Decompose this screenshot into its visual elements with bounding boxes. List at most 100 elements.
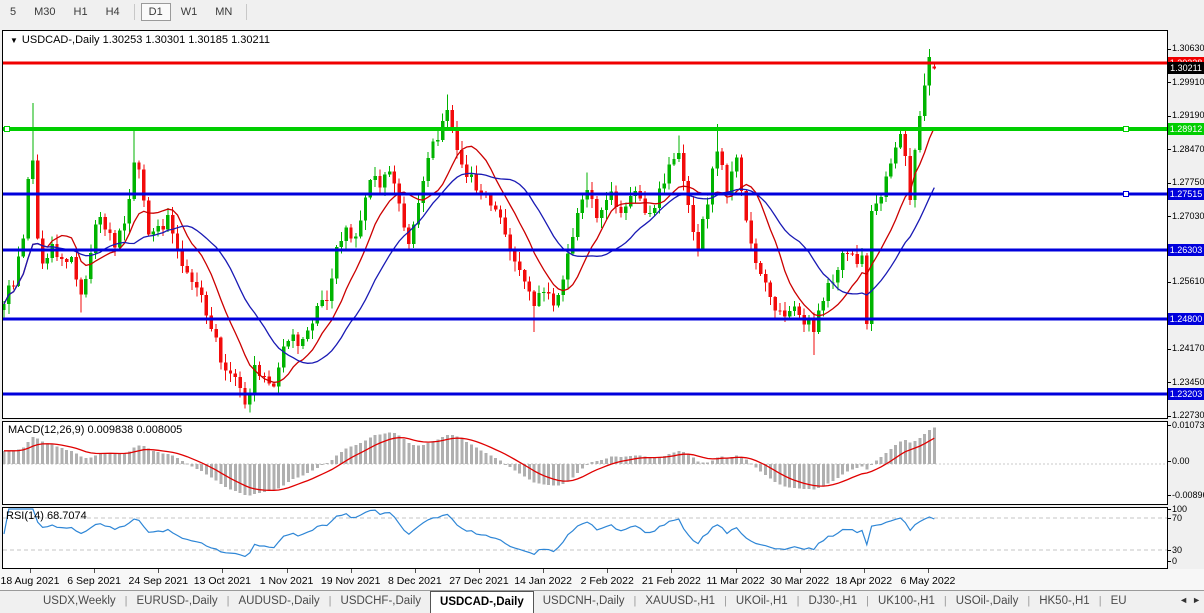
date-label: 11 Mar 2022 bbox=[706, 575, 764, 587]
date-label: 14 Jan 2022 bbox=[514, 575, 572, 587]
tab-usoil-daily[interactable]: USOil-,Daily bbox=[947, 591, 1028, 613]
price-tick-1.30630: 1.30630 bbox=[1172, 43, 1204, 54]
price-tick-1.24170: 1.24170 bbox=[1172, 343, 1204, 354]
date-tick-mark bbox=[928, 569, 929, 573]
axis-tick-mark bbox=[1168, 509, 1171, 510]
date-label: 18 Aug 2021 bbox=[1, 575, 60, 587]
date-label: 13 Oct 2021 bbox=[194, 575, 251, 587]
date-label: 6 Sep 2021 bbox=[67, 575, 121, 587]
toolbar-separator bbox=[134, 4, 135, 20]
macd-tick-0.00: 0.00 bbox=[1172, 456, 1204, 467]
axis-tick-mark bbox=[1168, 550, 1171, 551]
chart-tab-bar: USDX,Weekly|EURUSD-,Daily|AUDUSD-,Daily|… bbox=[0, 590, 1204, 613]
axis-tick-mark bbox=[1168, 382, 1171, 383]
date-tick-mark bbox=[671, 569, 672, 573]
tab-usdcnh-daily[interactable]: USDCNH-,Daily bbox=[534, 591, 634, 613]
tab-hk50-h1[interactable]: HK50-,H1 bbox=[1030, 591, 1099, 613]
rsi-value: 68.7074 bbox=[47, 510, 87, 522]
date-tick-mark bbox=[30, 569, 31, 573]
axis-tick-mark bbox=[1168, 425, 1171, 426]
date-label: 6 May 2022 bbox=[901, 575, 956, 587]
price-line-badge-1.26303: 1.26303 bbox=[1168, 244, 1204, 256]
axis-tick-mark bbox=[1168, 349, 1171, 350]
rsi-label: RSI(14) bbox=[6, 510, 44, 522]
rsi-tick-0: 0 bbox=[1172, 556, 1204, 567]
timeframe-button-mn[interactable]: MN bbox=[207, 3, 240, 21]
tab-ukoil-h1[interactable]: UKOil-,H1 bbox=[727, 591, 797, 613]
date-tick-mark bbox=[158, 569, 159, 573]
price-tick-1.29190: 1.29190 bbox=[1172, 110, 1204, 121]
tab-eu[interactable]: EU bbox=[1102, 591, 1136, 613]
tab-usdchf-daily[interactable]: USDCHF-,Daily bbox=[332, 591, 431, 613]
date-tick-mark bbox=[222, 569, 223, 573]
rsi-tick-30: 30 bbox=[1172, 545, 1204, 556]
chart-title: ▼ USDCAD-,Daily 1.30253 1.30301 1.30185 1… bbox=[10, 34, 270, 46]
timeframe-button-5[interactable]: 5 bbox=[2, 3, 24, 21]
axis-tick-mark bbox=[1168, 216, 1171, 217]
axis-tick-mark bbox=[1168, 561, 1171, 562]
axis-tick-mark bbox=[1168, 461, 1171, 462]
tab-eurusd-daily[interactable]: EURUSD-,Daily bbox=[128, 591, 227, 613]
date-label: 27 Dec 2021 bbox=[449, 575, 509, 587]
main-chart-panel[interactable] bbox=[2, 30, 1168, 419]
tab-xauusd-h1[interactable]: XAUUSD-,H1 bbox=[636, 591, 724, 613]
tab-usdcad-daily[interactable]: USDCAD-,Daily bbox=[430, 591, 534, 613]
timeframe-toolbar: 5M30H1H4 D1W1MN bbox=[0, 0, 1204, 28]
tab-uk100-h1[interactable]: UK100-,H1 bbox=[869, 591, 944, 613]
macd-tick-0.010733: 0.010733 bbox=[1172, 420, 1204, 431]
tab-scroll-right-icon[interactable]: ► bbox=[1192, 595, 1201, 605]
macd-label: MACD(12,26,9) bbox=[8, 424, 84, 436]
date-tick-mark bbox=[736, 569, 737, 573]
axis-tick-mark bbox=[1168, 116, 1171, 117]
current-price-badge: 1.30211 bbox=[1168, 62, 1204, 74]
price-tick-1.27750: 1.27750 bbox=[1172, 177, 1204, 188]
rsi-panel[interactable] bbox=[2, 507, 1168, 569]
date-tick-mark bbox=[864, 569, 865, 573]
price-tick-1.23450: 1.23450 bbox=[1172, 377, 1204, 388]
price-tick-1.25610: 1.25610 bbox=[1172, 276, 1204, 287]
chart-symbol-label: USDCAD-,Daily bbox=[22, 34, 100, 46]
tab-scroll-left-icon[interactable]: ◄ bbox=[1179, 595, 1188, 605]
price-line-badge-1.23203: 1.23203 bbox=[1168, 388, 1204, 400]
date-tick-mark bbox=[800, 569, 801, 573]
macd-title: MACD(12,26,9) 0.009838 0.008005 bbox=[8, 424, 182, 436]
price-line-badge-1.27515: 1.27515 bbox=[1168, 188, 1204, 200]
price-tick-1.29910: 1.29910 bbox=[1172, 77, 1204, 88]
date-tick-mark bbox=[351, 569, 352, 573]
timeframe-button-w1[interactable]: W1 bbox=[173, 3, 206, 21]
price-line-badge-1.28912: 1.28912 bbox=[1168, 123, 1204, 135]
date-tick-mark bbox=[607, 569, 608, 573]
axis-tick-mark bbox=[1168, 518, 1171, 519]
timeframe-button-h1[interactable]: H1 bbox=[66, 3, 96, 21]
axis-tick-mark bbox=[1168, 49, 1171, 50]
date-tick-mark bbox=[415, 569, 416, 573]
axis-tick-mark bbox=[1168, 149, 1171, 150]
date-tick-mark bbox=[479, 569, 480, 573]
trading-app-window: 5M30H1H4 D1W1MN ▼ USDCAD-,Daily 1.30253 1.… bbox=[0, 0, 1204, 613]
axis-tick-mark bbox=[1168, 183, 1171, 184]
date-label: 2 Feb 2022 bbox=[581, 575, 634, 587]
axis-tick-mark bbox=[1168, 82, 1171, 83]
date-label: 18 Apr 2022 bbox=[835, 575, 892, 587]
rsi-tick-70: 70 bbox=[1172, 513, 1204, 524]
timeframe-button-d1[interactable]: D1 bbox=[141, 3, 171, 21]
chart-ohlc-values: 1.30253 1.30301 1.30185 1.30211 bbox=[103, 34, 270, 46]
tab-audusd-daily[interactable]: AUDUSD-,Daily bbox=[230, 591, 329, 613]
date-label: 19 Nov 2021 bbox=[321, 575, 381, 587]
date-label: 1 Nov 2021 bbox=[260, 575, 314, 587]
price-line-badge-1.24800: 1.24800 bbox=[1168, 313, 1204, 325]
date-tick-mark bbox=[287, 569, 288, 573]
date-axis[interactable]: 18 Aug 20216 Sep 202124 Sep 202113 Oct 2… bbox=[0, 569, 1204, 590]
chart-dropdown-icon[interactable]: ▼ bbox=[10, 36, 18, 45]
macd-values: 0.009838 0.008005 bbox=[87, 424, 182, 436]
axis-tick-mark bbox=[1168, 495, 1171, 496]
date-label: 8 Dec 2021 bbox=[388, 575, 442, 587]
price-tick-1.28470: 1.28470 bbox=[1172, 144, 1204, 155]
timeframe-button-m30[interactable]: M30 bbox=[26, 3, 63, 21]
tab-scroll-arrows: ◄► bbox=[1175, 595, 1201, 605]
rsi-title: RSI(14) 68.7074 bbox=[6, 510, 87, 522]
tab-usdx-weekly[interactable]: USDX,Weekly bbox=[34, 591, 125, 613]
timeframe-button-h4[interactable]: H4 bbox=[98, 3, 128, 21]
price-tick-1.27030: 1.27030 bbox=[1172, 211, 1204, 222]
tab-dj30-h1[interactable]: DJ30-,H1 bbox=[800, 591, 867, 613]
